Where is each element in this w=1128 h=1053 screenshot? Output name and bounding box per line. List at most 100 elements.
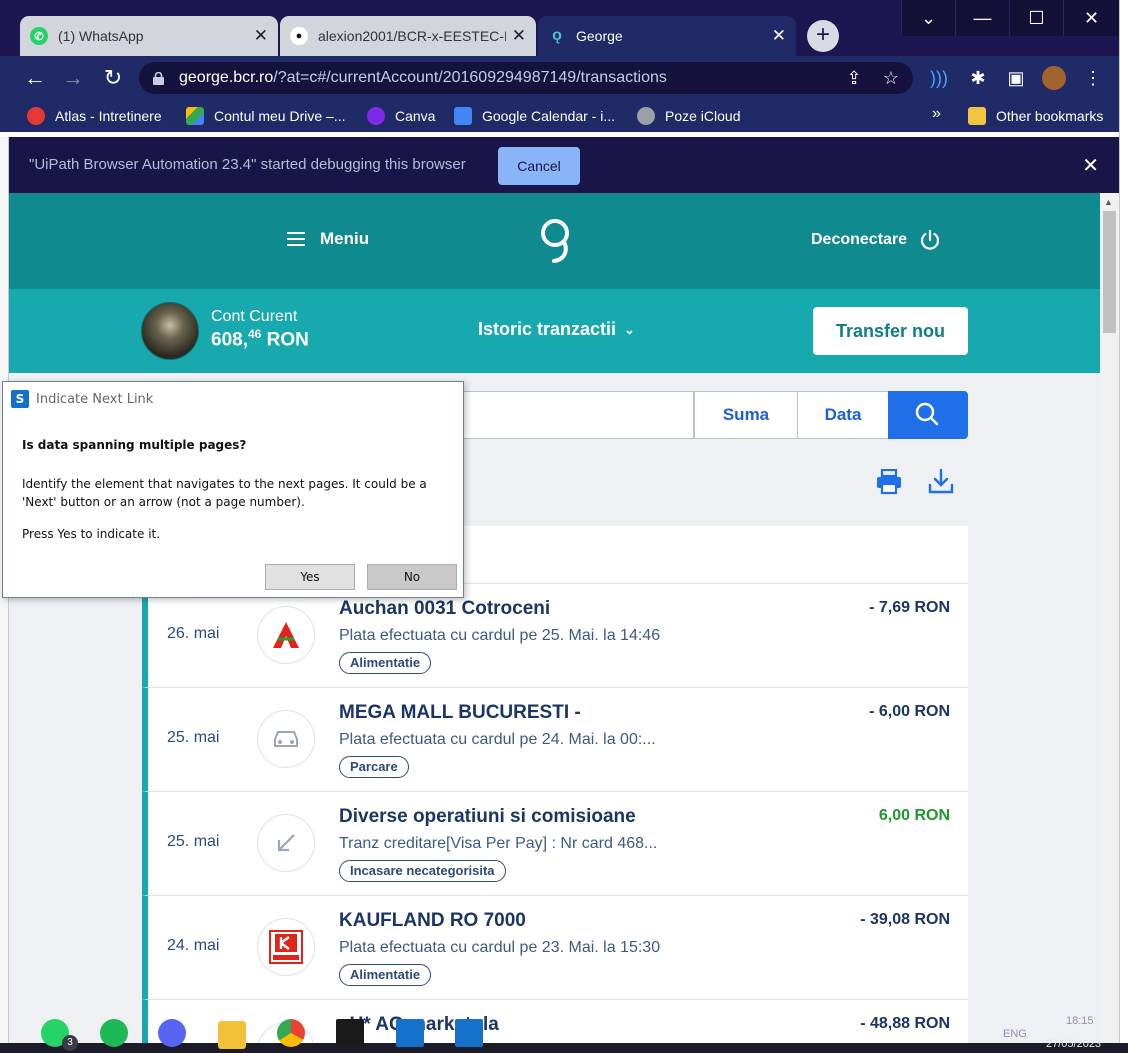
no-button[interactable]: No bbox=[367, 564, 457, 590]
uipath-extension-icon[interactable]: ))) bbox=[927, 66, 951, 90]
transaction-description: Tranz creditare[Visa Per Pay] : Nr card … bbox=[339, 835, 658, 852]
transaction-row[interactable]: 25. mai Diverse operatiuni si comisioane… bbox=[142, 792, 968, 896]
sidepanel-icon[interactable]: ▣ bbox=[1004, 66, 1028, 90]
profile-avatar[interactable] bbox=[1042, 66, 1066, 90]
kebab-menu-icon[interactable]: ⋮ bbox=[1081, 66, 1105, 90]
transactions-list: 26. mai Auchan 0031 Cotroceni Plata efec… bbox=[142, 526, 968, 1043]
transaction-merchant: KAUFLAND RO 7000 bbox=[339, 910, 526, 931]
close-window-button[interactable]: ✕ bbox=[1063, 0, 1119, 36]
close-icon[interactable]: ✕ bbox=[512, 26, 526, 46]
transaction-merchant: MEGA MALL BUCURESTI - bbox=[339, 702, 581, 723]
bookmark-label: Contul meu Drive –... bbox=[214, 108, 346, 124]
bookmark-icloud[interactable]: Poze iCloud bbox=[637, 107, 741, 125]
filter-amount-button[interactable]: Suma bbox=[694, 391, 798, 439]
transaction-row[interactable]: 26. mai Auchan 0031 Cotroceni Plata efec… bbox=[142, 584, 968, 688]
close-icon[interactable]: ✕ bbox=[772, 26, 786, 46]
george-header: Meniu Deconectare bbox=[9, 193, 1100, 289]
transaction-date: 26. mai bbox=[167, 625, 220, 642]
history-dropdown[interactable]: Istoric tranzactii ⌄ bbox=[478, 319, 635, 340]
bookmarks-overflow-button[interactable]: » bbox=[932, 105, 941, 123]
whatsapp-icon: ✆ bbox=[30, 27, 48, 45]
back-button[interactable]: ← bbox=[21, 64, 49, 92]
account-bar: Cont Curent 608,46 RON Istoric tranzacti… bbox=[9, 289, 1100, 373]
transaction-description: Plata efectuata cu cardul pe 23. Mai. la… bbox=[339, 939, 661, 956]
forward-button[interactable]: → bbox=[59, 64, 87, 92]
bookmark-label: Atlas - Intretinere bbox=[55, 108, 162, 124]
new-tab-button[interactable]: + bbox=[807, 20, 839, 52]
bookmark-label: Poze iCloud bbox=[665, 108, 741, 124]
filter-date-button[interactable]: Data bbox=[797, 391, 889, 439]
atlas-icon bbox=[27, 107, 45, 125]
transaction-merchant: yU* AG marketpla bbox=[339, 1014, 499, 1035]
infobar-cancel-button[interactable]: Cancel bbox=[498, 147, 580, 185]
uipath-logo-icon: S bbox=[11, 390, 29, 408]
minimize-button[interactable]: — bbox=[955, 0, 1009, 36]
incoming-arrow-icon bbox=[257, 814, 315, 872]
search-button[interactable] bbox=[888, 391, 968, 439]
download-icon[interactable] bbox=[927, 469, 955, 495]
dialog-question: Is data spanning multiple pages? bbox=[22, 438, 247, 452]
other-bookmarks[interactable]: Other bookmarks bbox=[968, 107, 1103, 125]
url-path: /?at=c#/currentAccount/201609294987149/t… bbox=[273, 69, 667, 86]
browser-toolbar: ← → ↻ george.bcr.ro/?at=c#/currentAccoun… bbox=[0, 56, 1128, 100]
transaction-row[interactable]: yU* AG marketpla - 48,88 RON bbox=[142, 1000, 968, 1043]
transaction-description: Plata efectuata cu cardul pe 24. Mai. la… bbox=[339, 731, 656, 748]
transaction-amount: - 39,08 RON bbox=[860, 911, 950, 928]
transaction-row[interactable]: 24. mai KAUFLAND RO 7000 Plata efectuata… bbox=[142, 896, 968, 1000]
george-icon: ǫ bbox=[552, 27, 562, 44]
star-icon[interactable]: ☆ bbox=[879, 66, 903, 90]
logout-label: Deconectare bbox=[811, 231, 908, 248]
merchant-icon bbox=[257, 1022, 315, 1043]
extensions-icon[interactable]: ✱ bbox=[966, 66, 990, 90]
tab-search-button[interactable]: ⌄ bbox=[901, 0, 955, 36]
account-avatar bbox=[141, 302, 199, 360]
balance-decimals: 46 bbox=[247, 327, 262, 341]
dialog-prompt: Press Yes to indicate it. bbox=[22, 527, 161, 541]
bookmark-canva[interactable]: Canva bbox=[367, 107, 435, 125]
new-transfer-button[interactable]: Transfer nou bbox=[813, 307, 968, 355]
close-icon[interactable]: ✕ bbox=[254, 26, 268, 46]
transaction-description: Plata efectuata cu cardul pe 25. Mai. la… bbox=[339, 627, 661, 644]
tab-title: (1) WhatsApp bbox=[58, 28, 144, 44]
background-window-edge bbox=[1119, 0, 1128, 1053]
hamburger-icon bbox=[287, 232, 305, 246]
share-icon[interactable]: ⇪ bbox=[842, 66, 866, 90]
bookmark-calendar[interactable]: Google Calendar - i... bbox=[454, 107, 615, 125]
address-bar[interactable]: george.bcr.ro/?at=c#/currentAccount/2016… bbox=[139, 62, 913, 94]
indicate-next-link-dialog: S Indicate Next Link Is data spanning mu… bbox=[2, 381, 464, 598]
transaction-row[interactable]: 25. mai MEGA MALL BUCURESTI - Plata efec… bbox=[142, 688, 968, 792]
dialog-body: Identify the element that navigates to t… bbox=[22, 477, 427, 509]
account-balance: 608,46 RON bbox=[211, 327, 309, 351]
tab-title: alexion2001/BCR-x-EESTEC-H bbox=[318, 28, 506, 44]
scroll-up-arrow-icon[interactable]: ▲ bbox=[1104, 197, 1113, 207]
print-icon[interactable] bbox=[875, 469, 903, 495]
bookmark-drive[interactable]: Contul meu Drive –... bbox=[186, 107, 346, 125]
maximize-button[interactable]: ☐ bbox=[1009, 0, 1063, 36]
account-name[interactable]: Cont Curent bbox=[211, 308, 297, 326]
transaction-date: 25. mai bbox=[167, 833, 220, 850]
reload-button[interactable]: ↻ bbox=[99, 64, 127, 92]
transaction-amount: - 7,69 RON bbox=[869, 599, 950, 616]
search-icon bbox=[915, 402, 939, 426]
yes-button[interactable]: Yes bbox=[265, 564, 355, 590]
scrollbar-thumb[interactable] bbox=[1103, 211, 1116, 333]
close-icon[interactable]: ✕ bbox=[1082, 153, 1099, 178]
page-scrollbar[interactable]: ▲ bbox=[1100, 193, 1119, 1043]
balance-currency: RON bbox=[266, 329, 309, 351]
transaction-merchant: Diverse operatiuni si comisioane bbox=[339, 806, 636, 827]
tab-github[interactable]: ● alexion2001/BCR-x-EESTEC-H ✕ bbox=[280, 16, 536, 56]
category-badge[interactable]: Alimentatie bbox=[339, 652, 432, 674]
bookmark-atlas[interactable]: Atlas - Intretinere bbox=[27, 107, 162, 125]
bookmark-label: Google Calendar - i... bbox=[482, 108, 616, 124]
category-badge[interactable]: Alimentatie bbox=[339, 964, 432, 986]
category-badge[interactable]: Parcare bbox=[339, 756, 409, 778]
tab-george[interactable]: ǫ George ✕ bbox=[538, 16, 796, 56]
george-logo[interactable] bbox=[538, 216, 572, 264]
tab-whatsapp[interactable]: ✆ (1) WhatsApp ✕ bbox=[20, 16, 278, 56]
category-badge[interactable]: Incasare necategorisita bbox=[339, 860, 506, 882]
transaction-amount: 6,00 RON bbox=[878, 807, 950, 824]
bookmarks-bar: Atlas - Intretinere Contul meu Drive –..… bbox=[0, 100, 1128, 132]
menu-button[interactable]: Meniu bbox=[287, 229, 369, 249]
transaction-amount: - 48,88 RON bbox=[860, 1015, 950, 1032]
logout-button[interactable]: Deconectare bbox=[811, 229, 941, 251]
